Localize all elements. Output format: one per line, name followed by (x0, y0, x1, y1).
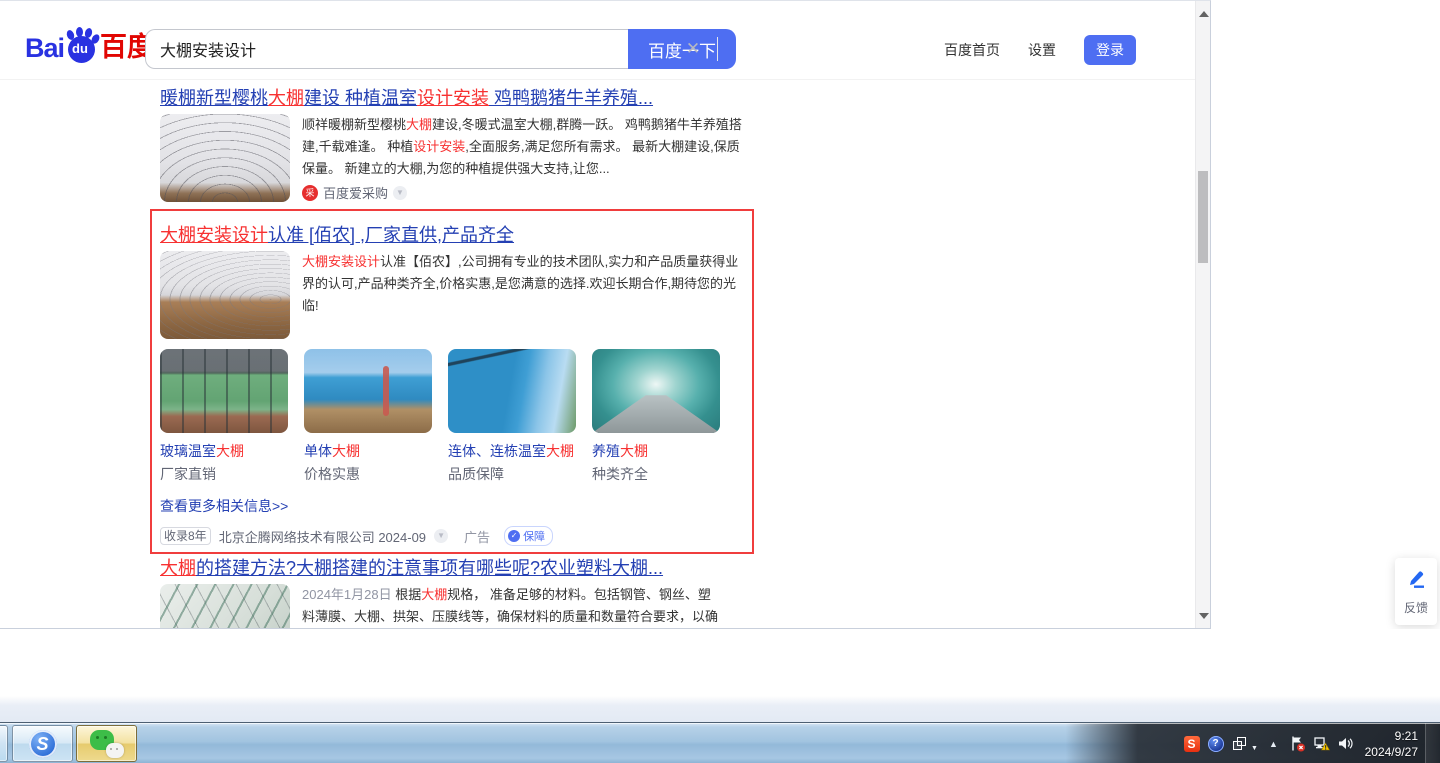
logo-text-du: du (72, 41, 88, 56)
result1-thumbnail[interactable] (160, 114, 290, 202)
pencil-icon (1410, 571, 1424, 588)
search-results: 暖棚新型樱桃大棚建设 种植温室设计安装 鸡鸭鹅猪牛羊养殖... 顺祥暖棚新型樱桃… (150, 86, 754, 628)
ad-card2-image[interactable] (304, 349, 432, 433)
ad-label: 广告 (464, 529, 491, 545)
desktop-background (0, 629, 1440, 722)
search-form: ✕ 百度一下 (145, 29, 736, 69)
system-tray: S ? ▼ ▲ (1183, 723, 1354, 763)
search-input[interactable] (145, 29, 628, 69)
scrollbar-thumb[interactable] (1198, 171, 1208, 263)
ime-restore-icon[interactable] (1231, 735, 1248, 752)
ad-card-single-greenhouse[interactable]: 单体大棚 价格实惠 (304, 349, 432, 484)
taskbar-button-sogou-browser[interactable]: S (12, 725, 73, 762)
ad-card-glass-greenhouse[interactable]: 玻璃温室大棚 厂家直销 (160, 349, 288, 484)
result1-abstract: 顺祥暖棚新型樱桃大棚建设,冬暖式温室大棚,群腾一跃。 鸡鸭鹅猪牛羊养殖搭建,千载… (302, 117, 742, 176)
clear-search-icon[interactable]: ✕ (683, 39, 703, 59)
wechat-icon (89, 729, 124, 758)
baidu-header: Bai du 百度 ✕ 百度一下 百度首页 设置 登录 (0, 1, 1196, 80)
sogou-ime-icon[interactable]: S (1183, 735, 1200, 752)
nav-baidu-home[interactable]: 百度首页 (944, 40, 1000, 60)
baidu-paw-icon: du (65, 27, 102, 64)
search-button[interactable]: 百度一下 (628, 29, 736, 69)
result3-title-link[interactable]: 大棚的搭建方法?大棚搭建的注意事项有哪些呢?农业塑料大棚... (160, 556, 746, 580)
ad-result-highlighted: 大棚安装设计认准 [佰农] ,厂家直供,产品齐全 大棚安装设计认准【佰农】,公司… (150, 209, 754, 554)
network-warning-icon[interactable] (1313, 735, 1330, 752)
logo-text-bai: Bai (25, 33, 65, 63)
feedback-button[interactable]: 反馈 (1395, 558, 1437, 625)
browser-window: Bai du 百度 ✕ 百度一下 百度首页 设置 登录 暖棚新型樱桃大棚建设 种… (0, 0, 1211, 629)
result1-source[interactable]: 百度爱采购 (323, 183, 388, 202)
feedback-label: 反馈 (1403, 601, 1428, 615)
chevron-down-icon[interactable]: ▼ (434, 529, 449, 543)
ad-company: 北京企腾网络技术有限公司 2024-09 (218, 529, 427, 545)
login-button[interactable]: 登录 (1084, 35, 1136, 65)
result3-thumbnail[interactable] (160, 584, 290, 628)
ad-main-thumbnail[interactable] (160, 251, 290, 339)
taskbar-button-wechat[interactable] (76, 725, 137, 762)
browser-scrollbar[interactable] (1195, 1, 1210, 628)
action-center-flag-icon[interactable] (1289, 735, 1306, 752)
ad-sitelink-cards: 玻璃温室大棚 厂家直销 单体大棚 价格实惠 连体、连栋温室大棚 品质保障 养殖大… (160, 349, 744, 484)
taskbar-clock[interactable]: 9:21 2024/9/27 (1352, 728, 1418, 760)
header-right-nav: 百度首页 设置 登录 (944, 35, 1136, 65)
clock-time: 9:21 (1394, 729, 1418, 743)
result-organic-1: 暖棚新型樱桃大棚建设 种植温室设计安装 鸡鸭鹅猪牛羊养殖... 顺祥暖棚新型樱桃… (160, 86, 746, 202)
nav-settings[interactable]: 设置 (1028, 40, 1056, 60)
aicaigou-icon: 采 (302, 184, 318, 201)
scroll-down-arrow-icon[interactable] (1199, 613, 1209, 619)
ad-card-multi-span-greenhouse[interactable]: 连体、连栋温室大棚 品质保障 (448, 349, 576, 484)
shield-check-icon: ✓ (508, 530, 521, 542)
guarantee-badge[interactable]: ✓ 保障 (504, 526, 554, 546)
sogou-browser-icon: S (28, 729, 57, 758)
ad-card3-image[interactable] (448, 349, 576, 433)
taskbar-button-partial[interactable] (0, 725, 8, 762)
result1-title-link[interactable]: 暖棚新型樱桃大棚建设 种植温室设计安装 鸡鸭鹅猪牛羊养殖... (160, 86, 746, 110)
clock-date: 2024/9/27 (1364, 745, 1418, 759)
ad-abstract: 大棚安装设计认准【佰农】,公司拥有专业的技术团队,实力和产品质量获得业界的认可,… (302, 254, 739, 313)
ad-card-breeding-greenhouse[interactable]: 养殖大棚 种类齐全 (592, 349, 720, 484)
indexed-age-badge: 收录8年 (160, 527, 211, 545)
see-more-link[interactable]: 查看更多相关信息>> (160, 496, 288, 516)
windows-taskbar: S S ? ▼ ▲ 9:21 2024/9/27 (0, 722, 1440, 763)
ad-footer: 收录8年 北京企腾网络技术有限公司 2024-09 ▼ 广告 ✓ 保障 (160, 526, 744, 546)
result3-abstract: 2024年1月28日 根据大棚规格， 准备足够的材料。包括钢管、钢丝、塑 料薄膜、… (302, 587, 719, 624)
input-divider (717, 37, 718, 61)
show-desktop-button[interactable] (1425, 723, 1440, 763)
ad-title-link[interactable]: 大棚安装设计认准 [佰农] ,厂家直供,产品齐全 (160, 223, 744, 247)
ad-card1-image[interactable] (160, 349, 288, 433)
show-hidden-icons-chevron[interactable]: ▲ (1265, 735, 1282, 752)
baidu-logo[interactable]: Bai du 百度 (25, 25, 154, 64)
result-organic-2: 大棚的搭建方法?大棚搭建的注意事项有哪些呢?农业塑料大棚... 2024年1月2… (160, 556, 746, 628)
chevron-down-icon[interactable]: ▼ (393, 185, 408, 200)
ime-caret-icon[interactable]: ▼ (1251, 745, 1258, 752)
help-icon[interactable]: ? (1207, 735, 1224, 752)
scroll-up-arrow-icon[interactable] (1199, 11, 1209, 17)
ad-card4-image[interactable] (592, 349, 720, 433)
